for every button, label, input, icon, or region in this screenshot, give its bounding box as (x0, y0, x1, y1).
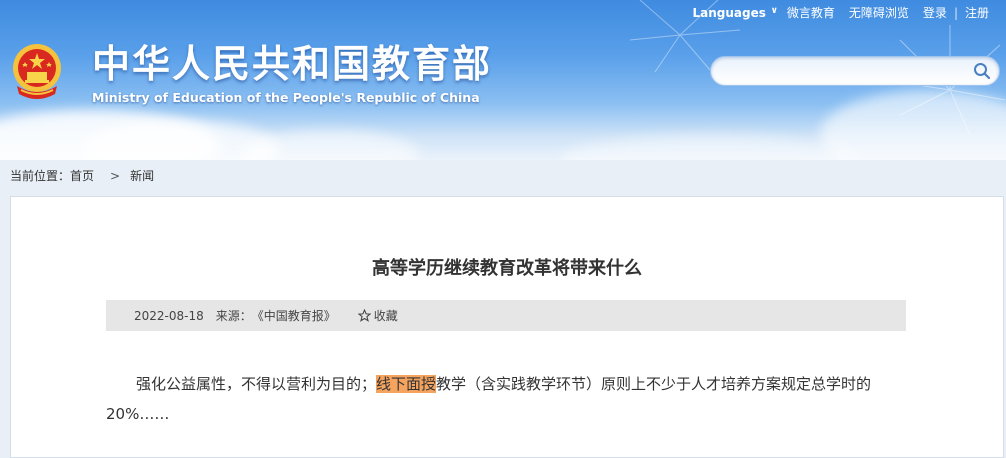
article-date: 2022-08-18 (134, 308, 204, 323)
national-emblem-icon[interactable] (11, 40, 63, 106)
breadcrumb-label: 当前位置： (10, 169, 71, 183)
weiyan-link[interactable]: 微言教育 (780, 4, 842, 21)
article-paragraph: 强化公益属性，不得以营利为目的；线下面授教学（含实践教学环节）原则上不少于人才培… (106, 369, 921, 429)
top-navigation: Languages ∨ 微言教育 无障碍浏览 登录 | 注册 (686, 4, 997, 21)
article-source: 《中国教育报》 (251, 309, 336, 323)
breadcrumb: 当前位置：首页 > 新闻 (10, 167, 160, 184)
site-title[interactable]: 中华人民共和国教育部 (92, 40, 492, 88)
search-box (710, 56, 1000, 86)
site-header: Languages ∨ 微言教育 无障碍浏览 登录 | 注册 中华人民共和国教育… (0, 0, 1006, 160)
chevron-right-icon: > (110, 169, 121, 183)
article-meta-bar: 2022-08-18 来源： 《中国教育报》 收藏 (106, 300, 906, 331)
favorite-label: 收藏 (373, 309, 398, 323)
site-subtitle: Ministry of Education of the People's Re… (92, 90, 480, 105)
accessible-browse-link[interactable]: 无障碍浏览 (842, 4, 916, 21)
breadcrumb-home-link[interactable]: 首页 (70, 169, 94, 183)
star-icon (357, 309, 371, 322)
languages-dropdown[interactable]: Languages ∨ (686, 6, 780, 20)
search-input[interactable] (725, 61, 969, 83)
article-container: 高等学历继续教育改革将带来什么 2022-08-18 来源： 《中国教育报》 收藏… (10, 196, 1004, 458)
register-link[interactable]: 注册 (958, 4, 996, 21)
chevron-down-icon: ∨ (770, 5, 778, 16)
languages-label: Languages (692, 5, 766, 20)
source-label: 来源： (215, 309, 252, 323)
search-icon[interactable] (973, 62, 991, 80)
favorite-button[interactable]: 收藏 (357, 307, 398, 324)
paragraph-text-before: 强化公益属性，不得以营利为目的； (136, 375, 377, 393)
breadcrumb-news-link[interactable]: 新闻 (130, 169, 154, 183)
highlighted-text: 线下面授 (376, 375, 437, 393)
article-title: 高等学历继续教育改革将带来什么 (372, 258, 642, 279)
login-link[interactable]: 登录 (916, 4, 954, 21)
